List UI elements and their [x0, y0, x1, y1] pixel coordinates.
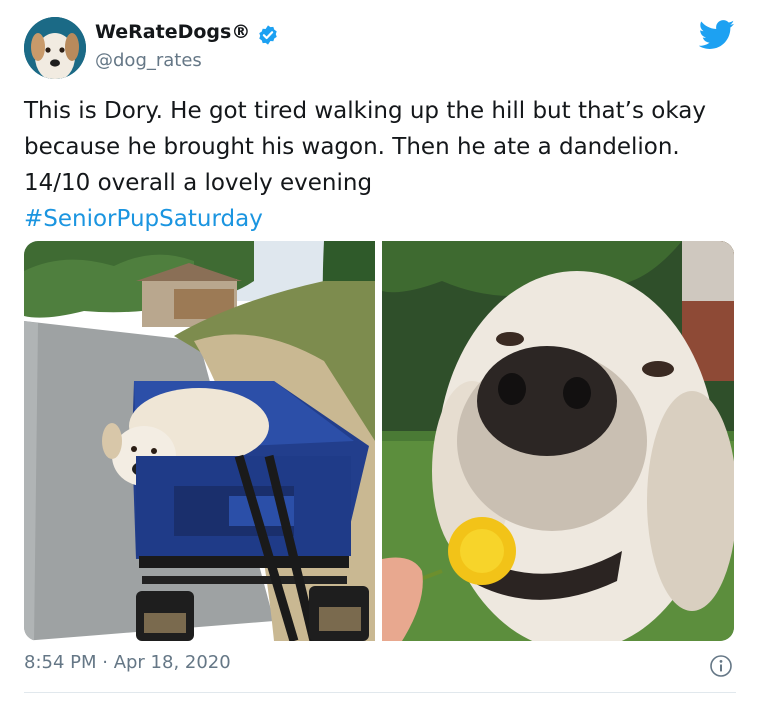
avatar[interactable]: [24, 17, 86, 79]
tweet-body: This is Dory. He got tired walking up th…: [24, 98, 706, 196]
tweet-timestamp[interactable]: 8:54 PM · Apr 18, 2020: [24, 652, 231, 673]
verified-badge-icon: [259, 25, 277, 45]
media-grid: [24, 241, 734, 641]
user-handle[interactable]: @dog_rates: [95, 50, 202, 71]
photo-dog-in-wagon[interactable]: [24, 241, 375, 641]
hashtag-link[interactable]: #SeniorPupSaturday: [24, 206, 263, 232]
wagon-photo-image: [24, 241, 375, 641]
divider: [24, 692, 736, 693]
dandelion-photo-image: [382, 241, 734, 641]
tweet-text: This is Dory. He got tired walking up th…: [24, 93, 739, 237]
photo-dog-dandelion[interactable]: [382, 241, 734, 641]
dog-avatar-icon: [24, 17, 86, 79]
display-name[interactable]: WeRateDogs®: [95, 21, 250, 43]
twitter-bird-icon[interactable]: [699, 20, 735, 50]
tweet-card: WeRateDogs® @dog_rates This is Dory. He …: [0, 0, 758, 704]
info-icon[interactable]: [709, 654, 733, 678]
